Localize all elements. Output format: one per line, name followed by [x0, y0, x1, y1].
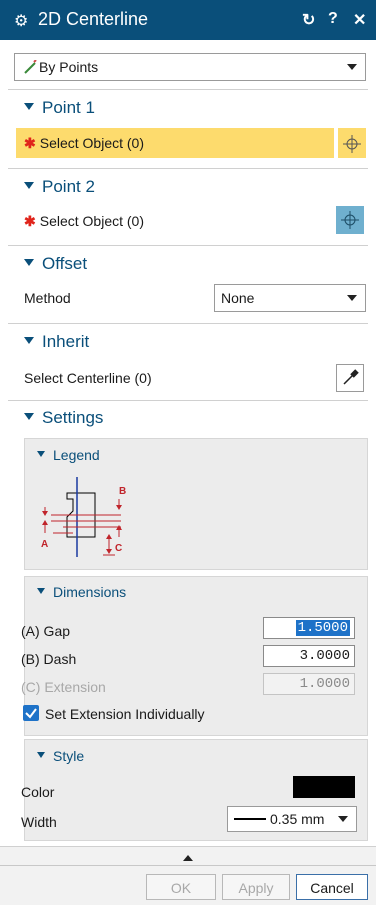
- required-star-icon: ✱: [24, 213, 36, 229]
- close-icon[interactable]: ✕: [353, 10, 366, 30]
- chevron-up-icon[interactable]: [183, 855, 193, 861]
- style-panel: Style Color Width 0.35 mm: [21, 739, 368, 841]
- width-label: Width: [21, 814, 57, 830]
- gap-label: (A) Gap: [21, 623, 71, 639]
- gap-value: 1.5000: [295, 620, 350, 636]
- point2-heading: Point 2: [42, 177, 95, 196]
- inherit-header[interactable]: Inherit: [24, 332, 89, 352]
- eyedropper-icon: [343, 369, 359, 385]
- dash-label: (B) Dash: [21, 651, 77, 667]
- inherit-heading: Inherit: [42, 332, 90, 351]
- point1-header[interactable]: Point 1: [24, 98, 95, 118]
- collapse-icon: [24, 413, 34, 421]
- type-select[interactable]: By Points: [14, 53, 366, 81]
- collapse-icon: [37, 752, 45, 759]
- collapse-icon: [37, 451, 45, 458]
- crosshair-icon: [341, 211, 359, 229]
- extension-input[interactable]: 1.0000: [263, 673, 355, 695]
- window-title: 2D Centerline: [38, 9, 149, 29]
- point2-select-label: Select Object (0): [39, 213, 144, 229]
- legend-label-a: A: [41, 539, 48, 550]
- color-label: Color: [21, 784, 55, 800]
- point1-selector-button[interactable]: [338, 128, 366, 158]
- set-extension-checkbox[interactable]: [23, 705, 39, 721]
- dash-input[interactable]: 3.0000: [263, 645, 355, 667]
- gear-icon: ⚙: [14, 13, 29, 30]
- checkmark-icon: [25, 708, 37, 719]
- collapse-icon: [24, 259, 34, 267]
- width-select[interactable]: 0.35 mm: [227, 806, 357, 832]
- style-header[interactable]: Style: [37, 748, 84, 764]
- crosshair-icon: [343, 135, 361, 153]
- offset-heading: Offset: [42, 254, 88, 273]
- eyedropper-button[interactable]: [336, 364, 364, 392]
- method-select-value: None: [221, 290, 255, 306]
- point1-select-row[interactable]: ✱ Select Object (0): [16, 128, 334, 158]
- collapse-icon: [24, 182, 34, 190]
- point2-selector-button[interactable]: [336, 206, 364, 234]
- line-weight-icon: [234, 818, 266, 820]
- collapse-icon: [24, 337, 34, 345]
- method-label: Method: [24, 290, 71, 306]
- set-extension-label: Set Extension Individually: [45, 706, 205, 722]
- point2-header[interactable]: Point 2: [24, 177, 95, 197]
- style-heading: Style: [53, 748, 85, 764]
- dimensions-header[interactable]: Dimensions: [37, 584, 126, 600]
- help-icon[interactable]: ?: [328, 10, 338, 28]
- line-pencil-icon: [24, 60, 37, 74]
- collapse-icon: [37, 588, 45, 595]
- point2-select-row[interactable]: ✱ Select Object (0): [24, 213, 144, 230]
- inherit-select-label[interactable]: Select Centerline (0): [24, 370, 152, 386]
- color-swatch[interactable]: [293, 776, 355, 798]
- type-select-value: By Points: [39, 59, 99, 75]
- reset-icon[interactable]: ↻: [302, 10, 315, 30]
- title-bar: ⚙ 2D Centerline ↻ ? ✕: [0, 0, 376, 40]
- legend-panel: Legend B A C: [24, 438, 368, 570]
- ok-button[interactable]: OK: [146, 874, 216, 900]
- settings-header[interactable]: Settings: [24, 408, 103, 428]
- point1-select-label: Select Object (0): [39, 135, 144, 151]
- point1-heading: Point 1: [42, 98, 95, 117]
- extension-label: (C) Extension: [21, 679, 106, 695]
- apply-button[interactable]: Apply: [222, 874, 290, 900]
- cancel-button[interactable]: Cancel: [296, 874, 368, 900]
- footer-divider: [0, 865, 376, 866]
- collapse-icon: [24, 103, 34, 111]
- width-select-value: 0.35 mm: [270, 811, 325, 827]
- dimensions-panel: Dimensions (A) Gap 1.5000 (B) Dash 3.000…: [21, 576, 368, 736]
- settings-heading: Settings: [42, 408, 104, 427]
- chevron-down-icon: [338, 816, 348, 822]
- gap-input[interactable]: 1.5000: [263, 617, 355, 639]
- chevron-down-icon: [347, 64, 357, 70]
- dimensions-heading: Dimensions: [53, 584, 127, 600]
- legend-diagram: B A C: [41, 477, 126, 557]
- method-select[interactable]: None: [214, 284, 366, 312]
- legend-label-b: B: [119, 486, 126, 497]
- required-star-icon: ✱: [24, 135, 36, 151]
- legend-header[interactable]: Legend: [37, 447, 100, 463]
- chevron-down-icon: [347, 295, 357, 301]
- legend-label-c: C: [115, 543, 122, 554]
- legend-heading: Legend: [53, 447, 100, 463]
- offset-header[interactable]: Offset: [24, 254, 87, 274]
